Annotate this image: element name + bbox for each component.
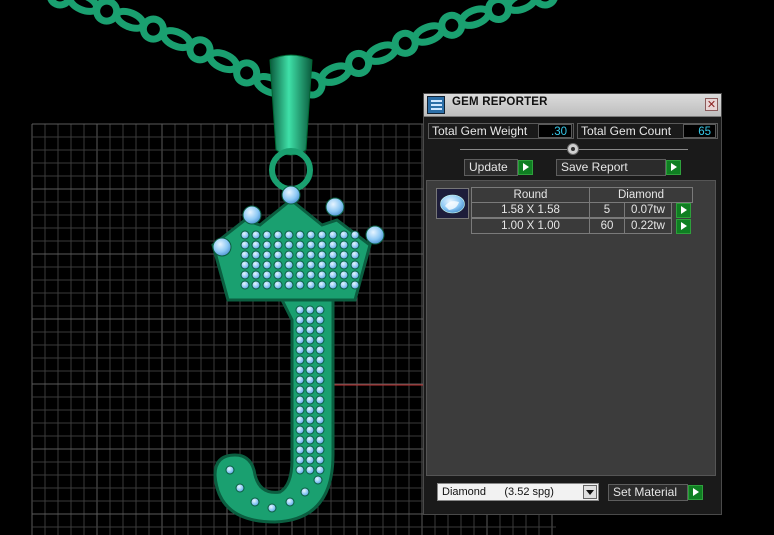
- total-count-label: Total Gem Count: [581, 124, 672, 138]
- pendant-bail: [269, 54, 313, 192]
- table-row-count: 5: [589, 202, 625, 218]
- update-button[interactable]: Update: [464, 159, 518, 176]
- window-title: GEM REPORTER: [452, 96, 548, 108]
- total-weight-value: .30: [538, 124, 572, 138]
- table-row-count: 60: [589, 218, 625, 234]
- table-row-weight: 0.22tw: [624, 218, 672, 234]
- material-select-value: Diamond (3.52 spg): [442, 486, 554, 498]
- table-header-material: Diamond: [589, 187, 693, 203]
- window-titlebar[interactable]: GEM REPORTER ✕: [424, 94, 721, 117]
- slider-knob-icon[interactable]: [567, 143, 579, 155]
- letter-j-pendant: [211, 185, 385, 524]
- app-icon: [427, 96, 445, 114]
- set-material-button[interactable]: Set Material: [608, 484, 688, 501]
- total-count-value: 65: [683, 124, 716, 138]
- update-arrow-icon[interactable]: [518, 160, 533, 175]
- gem-reporter-window: GEM REPORTER ✕ Total Gem Weight .30 Tota…: [423, 93, 722, 515]
- material-select[interactable]: Diamond (3.52 spg): [437, 483, 599, 501]
- save-report-button[interactable]: Save Report: [556, 159, 666, 176]
- gem-list-area[interactable]: Round Diamond 1.58 X 1.58 5 0.07tw 1.00 …: [426, 180, 716, 476]
- close-icon[interactable]: ✕: [705, 98, 718, 111]
- total-weight-label: Total Gem Weight: [432, 124, 528, 138]
- table-row-size: 1.00 X 1.00: [471, 218, 590, 234]
- row-arrow-icon[interactable]: [676, 203, 691, 218]
- set-material-arrow-icon[interactable]: [688, 485, 703, 500]
- row-arrow-icon[interactable]: [676, 219, 691, 234]
- table-row-weight: 0.07tw: [624, 202, 672, 218]
- gem-shape-icon[interactable]: [436, 188, 469, 219]
- save-report-arrow-icon[interactable]: [666, 160, 681, 175]
- chevron-down-icon[interactable]: [583, 485, 597, 499]
- table-row-size: 1.58 X 1.58: [471, 202, 590, 218]
- table-header-shape: Round: [471, 187, 590, 203]
